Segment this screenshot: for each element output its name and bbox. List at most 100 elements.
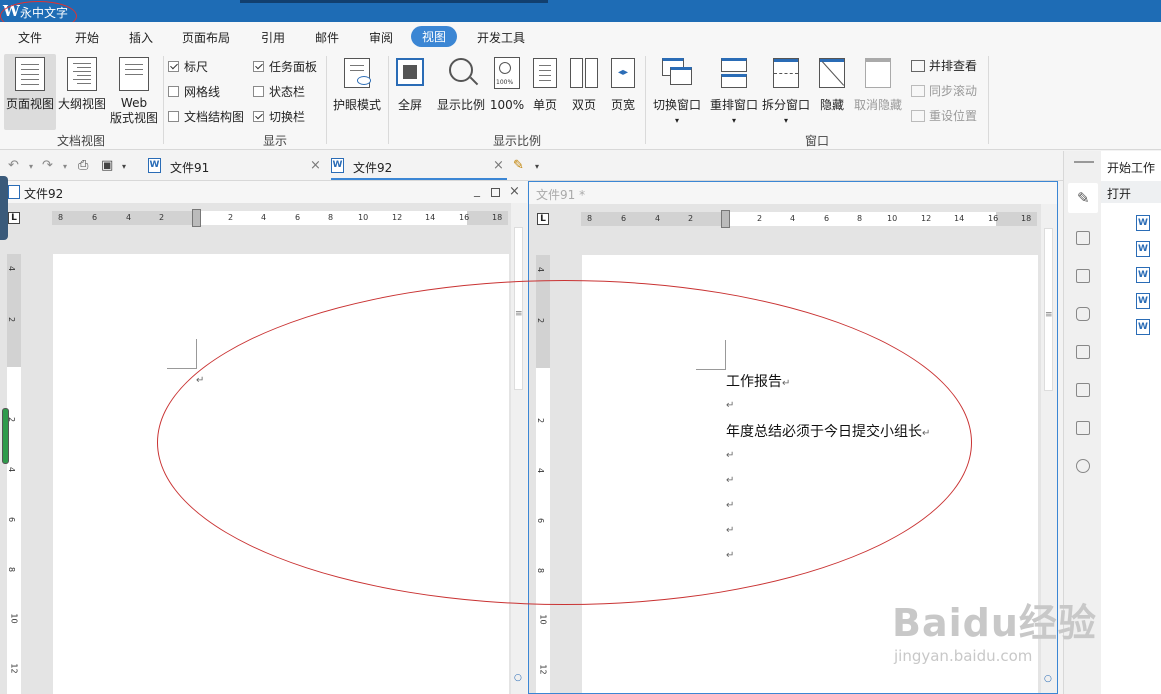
watermark: Baidu经验 jingyan.baidu.com — [892, 592, 1097, 665]
indent-marker-icon[interactable] — [192, 209, 201, 227]
web-view-button[interactable]: Web 版式视图 — [109, 54, 159, 130]
new-dropdown-icon[interactable]: ▾ — [535, 162, 539, 171]
dropdown-icon: ▾ — [783, 116, 788, 125]
switch-bar-checkbox[interactable]: 切换栏 — [253, 108, 305, 125]
clipboard-icon[interactable] — [1076, 345, 1090, 359]
open-section-header[interactable]: 打开 — [1101, 181, 1161, 203]
document-structure-icon[interactable] — [1076, 269, 1090, 283]
browse-object-icon[interactable]: ○ — [1044, 674, 1052, 684]
indent-marker-icon[interactable] — [721, 210, 730, 228]
sync-scroll-button[interactable]: 同步滚动 — [911, 82, 977, 99]
word-doc-icon: W — [148, 158, 161, 173]
recent-doc-icon[interactable]: W — [1136, 215, 1150, 231]
left-pane-header: 文件92 _ × — [0, 181, 527, 203]
horizontal-ruler[interactable]: 8 6 4 2 2 4 6 8 10 12 14 16 18 — [581, 210, 1037, 228]
page-view-icon — [15, 57, 45, 91]
margin-crop-mark — [167, 339, 197, 369]
maximize-icon[interactable] — [491, 188, 500, 197]
vertical-ruler[interactable]: 4 2 2 4 6 8 10 12 — [536, 255, 550, 693]
zoom-100-label: 100% — [489, 98, 525, 112]
group-show: 显示 — [263, 134, 288, 148]
save-icon[interactable]: ▣ — [101, 158, 113, 173]
new-document-icon[interactable]: ✎ — [513, 158, 524, 173]
minimize-icon[interactable]: _ — [474, 183, 480, 197]
menu-references[interactable]: 引用 — [261, 29, 285, 46]
document-page[interactable]: ↵ — [53, 254, 509, 694]
redo-dropdown-icon[interactable]: ▾ — [63, 162, 67, 171]
customize-dropdown-icon[interactable]: ▾ — [122, 162, 126, 171]
rearrange-window-button[interactable]: 重排窗口 ▾ — [708, 54, 760, 130]
zoom-100-button[interactable]: 100% 100% — [489, 54, 525, 130]
undo-icon[interactable]: ↶ — [8, 158, 19, 173]
edit-icon[interactable] — [1076, 421, 1090, 435]
gridlines-checkbox[interactable]: 网格线 — [168, 83, 220, 100]
recent-doc-icon[interactable]: W — [1136, 241, 1150, 257]
recent-doc-icon[interactable]: W — [1136, 293, 1150, 309]
single-page-button[interactable]: 单页 — [528, 54, 562, 130]
status-bar-checkbox[interactable]: 状态栏 — [253, 83, 305, 100]
menu-mailings[interactable]: 邮件 — [315, 29, 339, 46]
page-width-label: 页宽 — [610, 98, 635, 112]
doc-map-checkbox[interactable]: 文档结构图 — [168, 108, 244, 125]
unhide-window-button[interactable]: 取消隐藏 — [851, 54, 905, 130]
vertical-ruler[interactable]: 4 2 2 4 6 8 10 12 — [7, 254, 21, 694]
tab-stop-selector[interactable]: L — [537, 213, 549, 225]
hide-window-button[interactable]: 隐藏 — [815, 54, 849, 130]
recent-doc-icon[interactable]: W — [1136, 319, 1150, 335]
browse-object-icon[interactable]: ○ — [514, 673, 522, 683]
tab-document-91[interactable]: W 文件91 × — [148, 153, 324, 180]
watermark-line-2: jingyan.baidu.com — [894, 647, 1033, 665]
ruler-label: 4 — [261, 213, 267, 222]
horizontal-ruler[interactable]: 8 6 4 2 2 4 6 8 10 12 14 16 18 — [52, 209, 508, 227]
eye-mode-icon — [344, 58, 371, 88]
double-page-button[interactable]: 双页 — [566, 54, 602, 130]
fullscreen-button[interactable]: 全屏 — [392, 54, 428, 130]
tab-document-92[interactable]: W 文件92 × — [331, 153, 507, 180]
doc-map-label: 文档结构图 — [184, 110, 245, 124]
undo-dropdown-icon[interactable]: ▾ — [29, 162, 33, 171]
ruler-checkbox[interactable]: 标尺 — [168, 58, 208, 75]
ruler-label: 6 — [295, 213, 301, 222]
task-pane-checkbox[interactable]: 任务面板 — [253, 58, 317, 75]
close-icon[interactable]: × — [310, 158, 321, 173]
separator — [163, 56, 164, 144]
ruler-label: 8 — [328, 213, 334, 222]
menu-developer[interactable]: 开发工具 — [477, 29, 525, 46]
menu-file[interactable]: 文件 — [18, 29, 42, 46]
eye-mode-button[interactable]: 护眼模式 — [330, 54, 384, 130]
web-view-label-2: 版式视图 — [109, 111, 158, 125]
menu-view[interactable]: 视图 — [411, 26, 458, 47]
split-window-button[interactable]: 拆分窗口 ▾ — [760, 54, 812, 130]
pen-icon[interactable]: ✎ — [1077, 189, 1090, 207]
lock-icon[interactable] — [1076, 307, 1090, 321]
page-width-button[interactable]: ◂▸ 页宽 — [606, 54, 640, 130]
split-window-label: 拆分窗口 — [761, 98, 810, 112]
page-view-button[interactable]: 页面视图 — [4, 54, 56, 130]
recent-doc-icon[interactable]: W — [1136, 267, 1150, 283]
help-icon[interactable] — [1076, 459, 1090, 473]
menu-page-layout[interactable]: 页面布局 — [182, 29, 230, 46]
redo-icon[interactable]: ↷ — [42, 158, 53, 173]
menu-review[interactable]: 审阅 — [369, 29, 393, 46]
menu-home[interactable]: 开始 — [75, 29, 99, 46]
separator — [988, 56, 989, 144]
hide-window-icon — [819, 58, 845, 88]
vertical-scrollbar[interactable]: ≡ ○ — [511, 203, 527, 694]
document-line[interactable]: 工作报告↵ — [726, 371, 790, 391]
close-icon[interactable]: × — [493, 158, 504, 173]
menu-insert[interactable]: 插入 — [129, 29, 153, 46]
zoom-ratio-button[interactable]: 显示比例 — [434, 54, 488, 130]
side-by-side-button[interactable]: 并排查看 — [911, 57, 977, 74]
tab-stop-selector[interactable]: L — [8, 212, 20, 224]
print-preview-icon[interactable]: ⎙ — [78, 158, 88, 173]
drag-handle-icon[interactable] — [1074, 161, 1094, 163]
copy-icon[interactable] — [1076, 383, 1090, 397]
document-line[interactable]: 年度总结必须于今日提交小组长↵ — [726, 421, 930, 441]
close-icon[interactable]: × — [509, 184, 520, 199]
reset-position-button[interactable]: 重设位置 — [911, 107, 977, 124]
switch-bar-label: 切换栏 — [269, 110, 306, 124]
checkbox-checked-icon — [253, 111, 264, 122]
settings-sliders-icon[interactable] — [1076, 231, 1090, 245]
outline-view-button[interactable]: 大纲视图 — [57, 54, 107, 130]
switch-window-button[interactable]: 切换窗口 ▾ — [650, 54, 704, 130]
